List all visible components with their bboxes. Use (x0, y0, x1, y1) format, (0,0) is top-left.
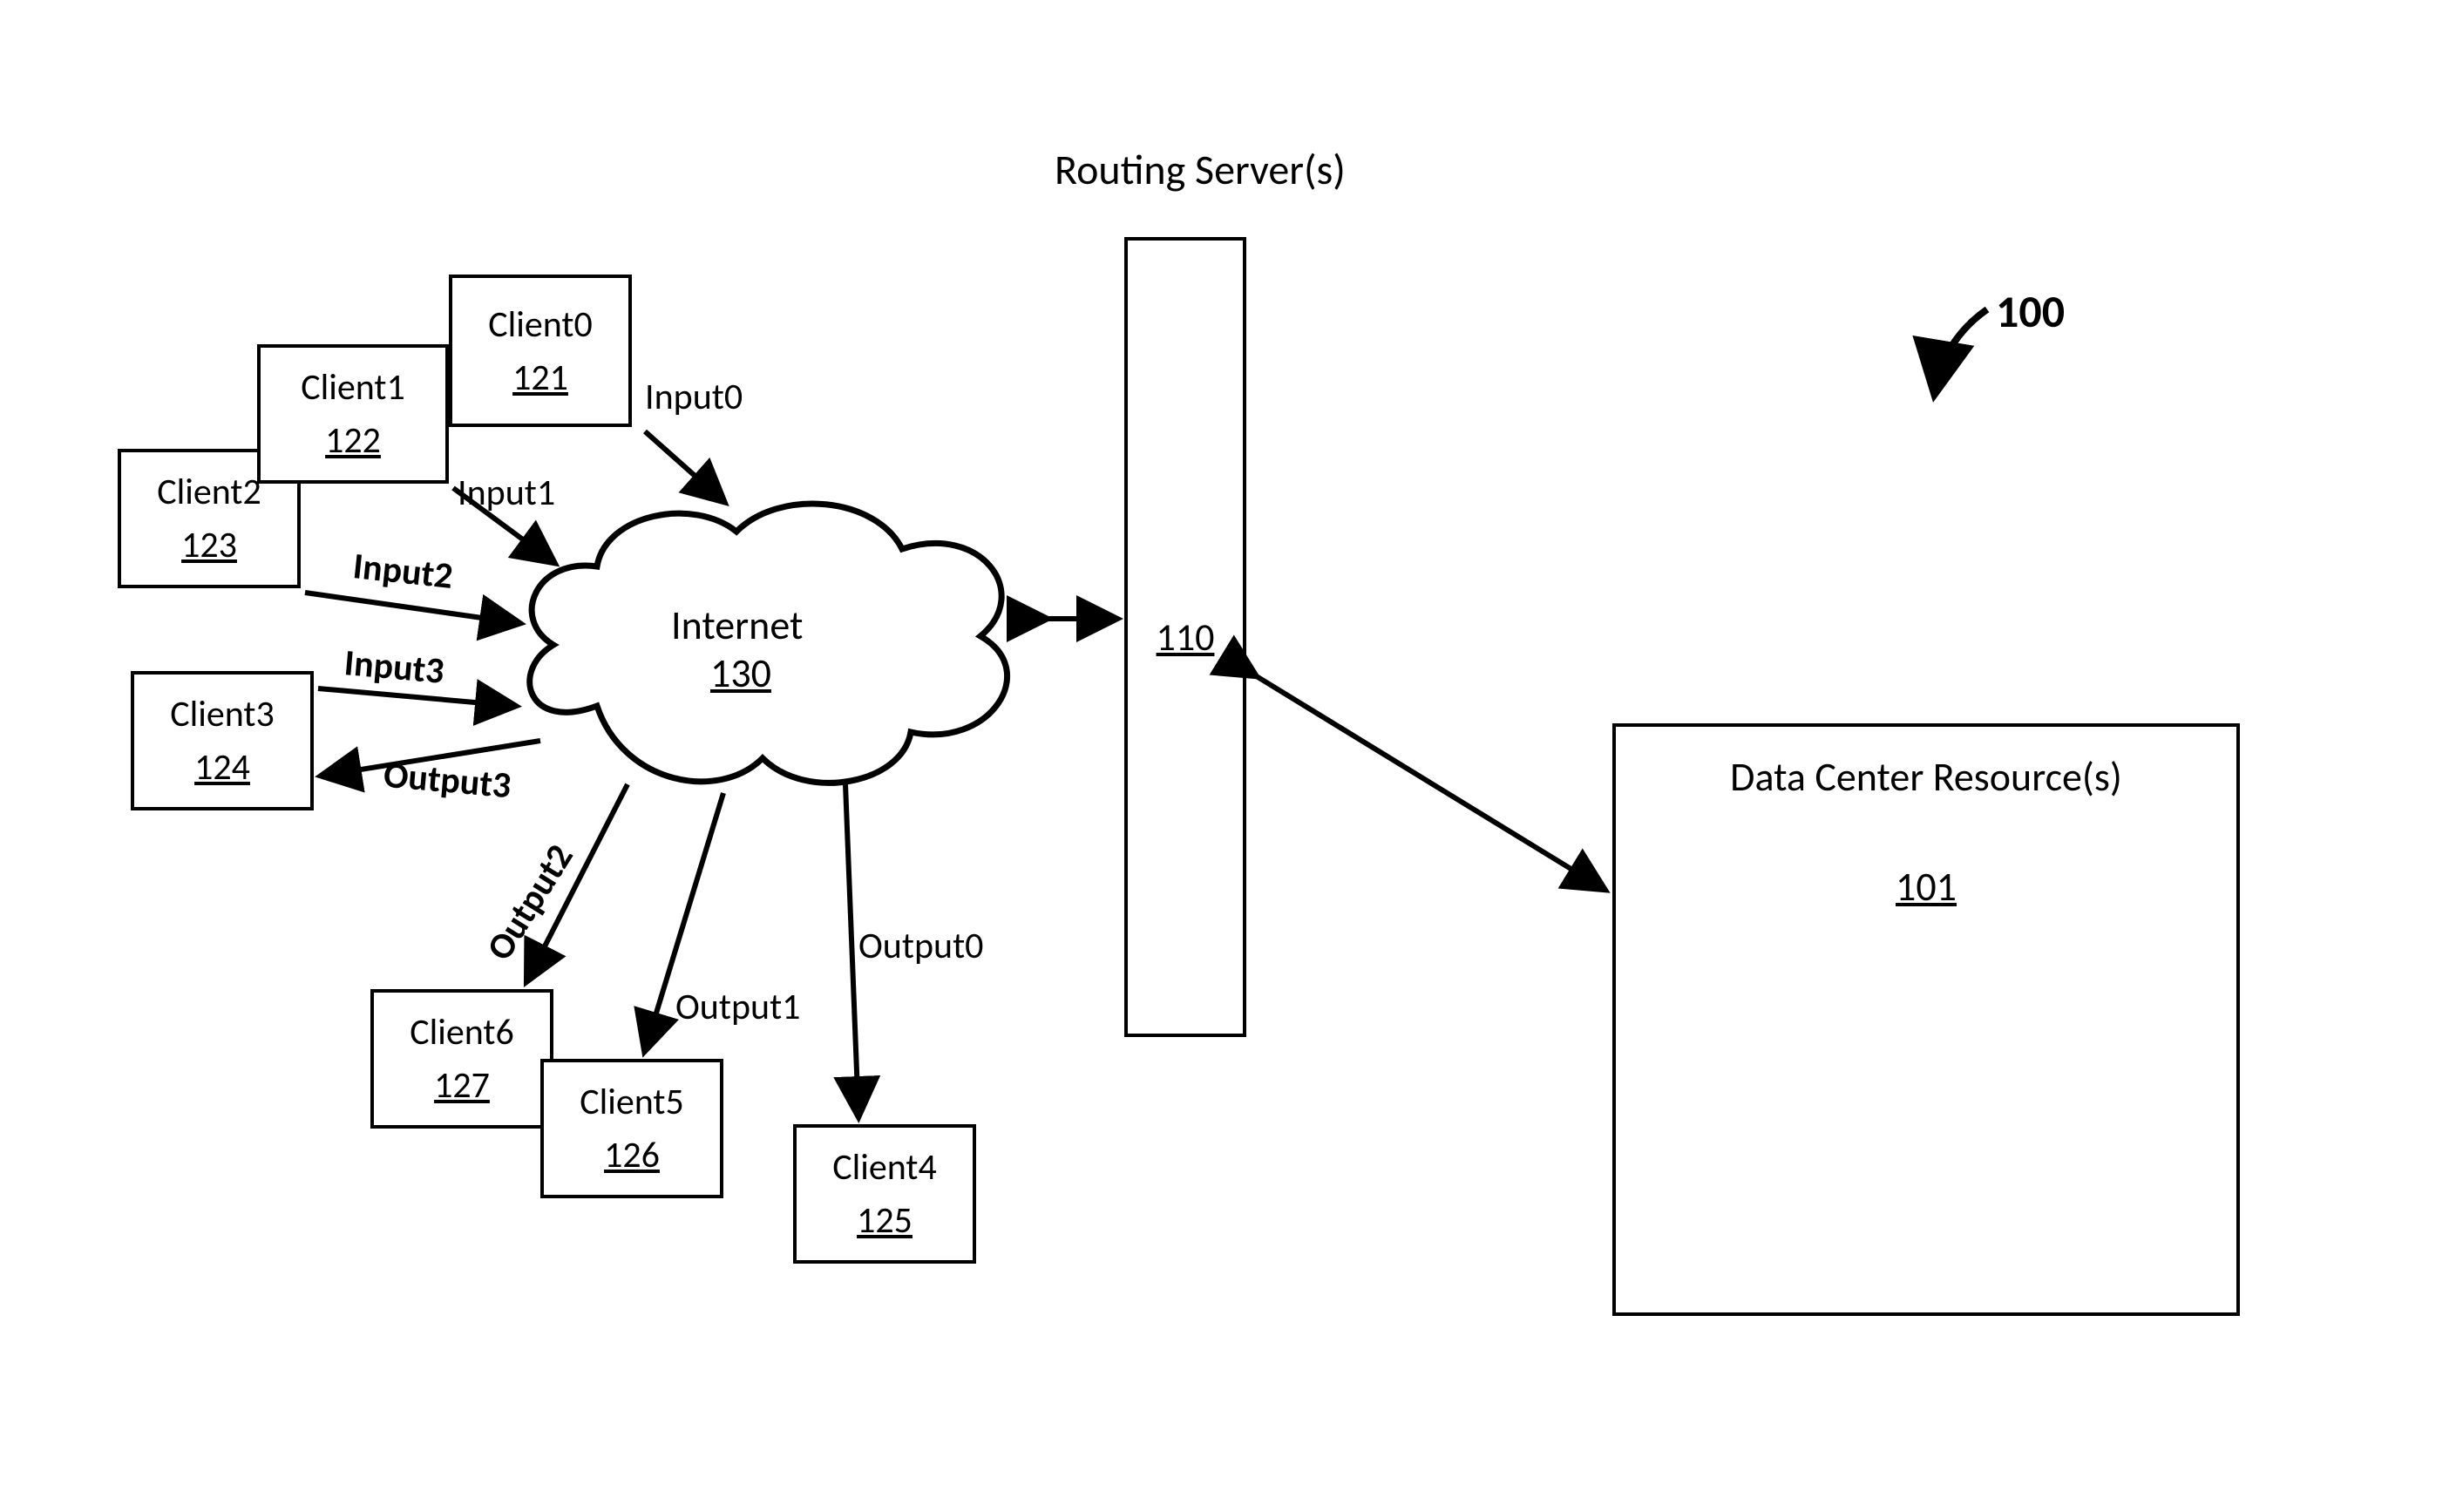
client5-ref: 126 (604, 1133, 660, 1177)
routing-server-ref: 110 (1157, 614, 1215, 661)
routing-datacenter-arrow (1255, 675, 1604, 889)
client5-name: Client5 (580, 1080, 684, 1124)
client0-name: Client0 (488, 302, 593, 347)
datacenter-box: Data Center Resource(s) 101 (1612, 723, 2240, 1316)
client1-box: Client1 122 (257, 344, 449, 484)
input0-label: Input0 (645, 375, 743, 419)
client5-box: Client5 126 (540, 1059, 723, 1198)
client6-name: Client6 (410, 1010, 514, 1054)
input2-label: Input2 (351, 544, 455, 599)
client3-box: Client3 124 (131, 671, 314, 810)
input1-label: Input1 (458, 471, 555, 515)
client4-box: Client4 125 (793, 1124, 976, 1264)
client1-name: Client1 (301, 365, 405, 410)
routing-server-title: Routing Server(s) (1055, 144, 1346, 195)
datacenter-title: Data Center Resource(s) (1730, 753, 2122, 802)
output0-arrow (845, 784, 858, 1115)
client2-name: Client2 (157, 470, 261, 514)
figure-number: 100 (1996, 283, 2065, 339)
output0-label: Output0 (858, 924, 983, 968)
input3-label: Input3 (343, 641, 446, 694)
routing-server-box: 110 (1124, 237, 1246, 1037)
internet-ref: 130 (710, 649, 771, 698)
internet-title: Internet (671, 601, 803, 650)
client3-ref: 124 (194, 745, 250, 790)
input2-arrow (305, 593, 519, 623)
client3-name: Client3 (170, 692, 275, 736)
datacenter-ref: 101 (1896, 863, 1957, 912)
client0-box: Client0 121 (449, 275, 632, 427)
client4-ref: 125 (857, 1198, 913, 1243)
diagram-canvas: Routing Server(s) 110 Data Center Resour… (0, 0, 2456, 1512)
client0-ref: 121 (512, 356, 568, 400)
client1-ref: 122 (325, 418, 381, 463)
client6-ref: 127 (434, 1063, 490, 1108)
client4-name: Client4 (832, 1145, 937, 1190)
figure-pointer-arrow (1935, 309, 1987, 392)
output2-label: Output2 (478, 837, 583, 968)
client6-box: Client6 127 (370, 989, 553, 1129)
client2-ref: 123 (181, 523, 237, 567)
output1-label: Output1 (675, 985, 800, 1029)
